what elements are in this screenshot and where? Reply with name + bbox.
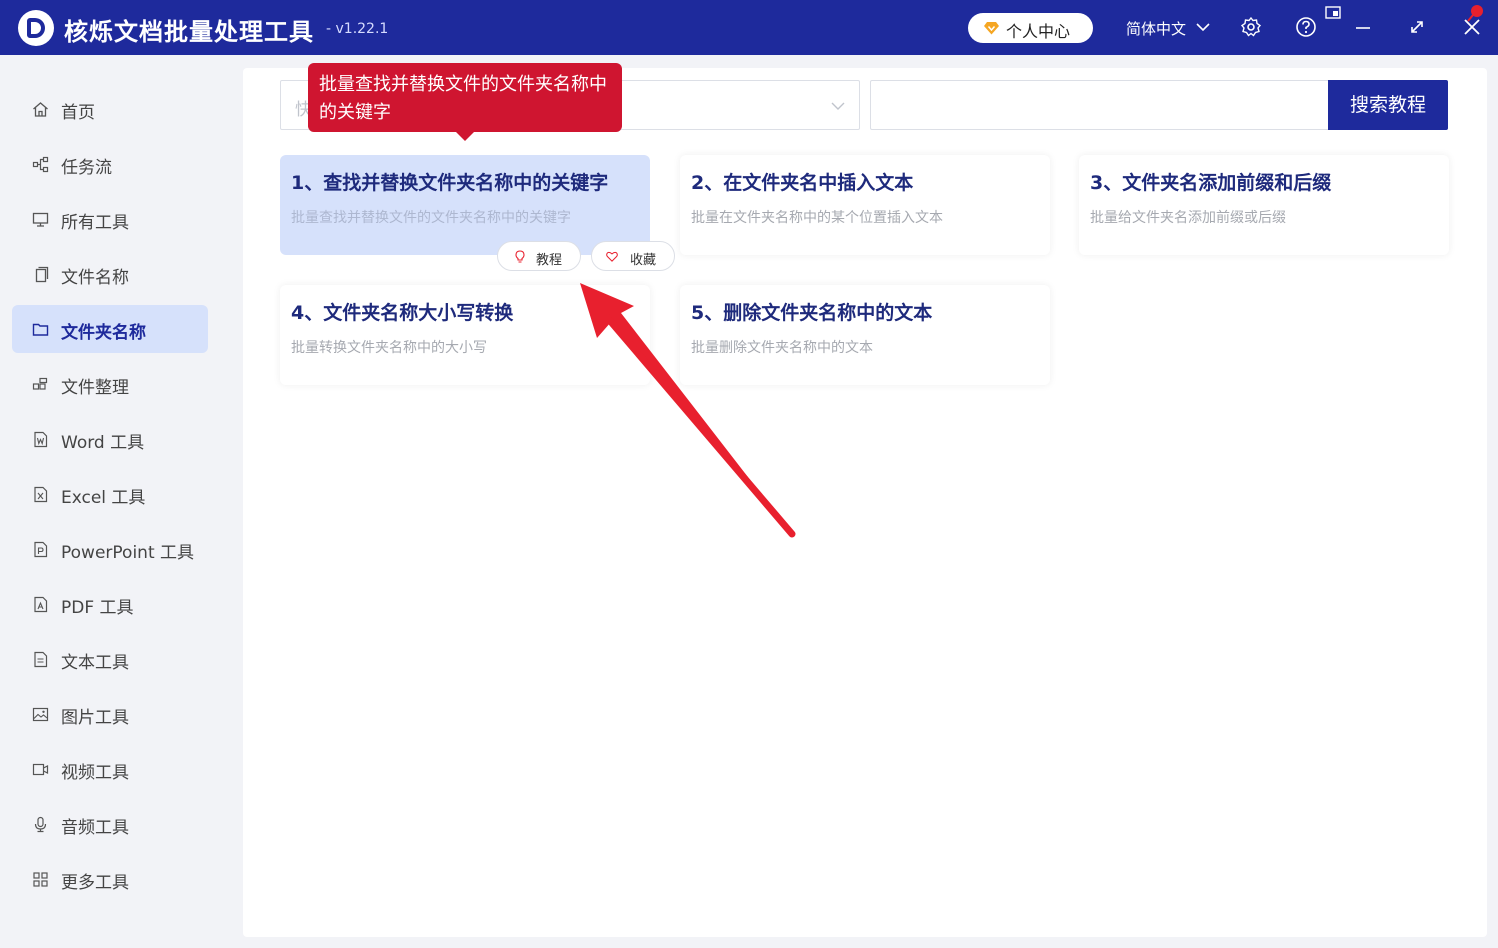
mic-icon (34, 816, 47, 833)
sidebar-item-all-tools[interactable]: 所有工具 (12, 195, 208, 243)
sidebar-item-more-tools[interactable]: 更多工具 (12, 855, 208, 903)
card-description: 批量在文件夹名称中的某个位置插入文本 (691, 210, 943, 226)
pdf-icon (34, 596, 48, 613)
tooltip-tail (455, 131, 475, 141)
image-icon (32, 707, 49, 722)
folder-icon (32, 323, 49, 336)
card-title: 2、在文件夹名中插入文本 (691, 172, 914, 194)
pin-badge-icon (1467, 5, 1483, 22)
home-icon (33, 102, 48, 117)
card-description: 批量删除文件夹名称中的文本 (691, 340, 873, 356)
favorite-button[interactable]: 收藏 (591, 241, 675, 271)
card-tooltip: 批量查找并替换文件的文件夹名称中的关键字 (308, 63, 622, 132)
search-tutorial-button[interactable]: 搜索教程 (1328, 80, 1448, 130)
card-title: 5、删除文件夹名称中的文本 (691, 302, 933, 324)
language-select[interactable]: 简体中文 (1126, 18, 1186, 39)
video-icon (32, 763, 49, 776)
personal-center-label: 个人中心 (1006, 22, 1071, 41)
text-icon (34, 651, 48, 668)
tool-card-insert-text[interactable]: 2、在文件夹名中插入文本 批量在文件夹名称中的某个位置插入文本 (680, 155, 1050, 255)
card-title: 4、文件夹名称大小写转换 (291, 302, 514, 324)
workflow-icon (32, 156, 49, 173)
sidebar-item-file-name[interactable]: 文件名称 (12, 250, 208, 298)
sidebar-item-powerpoint-tools[interactable]: PowerPoint 工具 (12, 525, 208, 573)
tool-card-find-replace[interactable]: 1、查找并替换文件夹名称中的关键字 批量查找并替换文件的文件夹名称中的关键字 (280, 155, 650, 255)
monitor-icon (32, 212, 49, 227)
help-icon[interactable] (1295, 16, 1317, 38)
sidebar-item-workflow[interactable]: 任务流 (12, 140, 208, 188)
chevron-down-icon[interactable] (1196, 22, 1210, 32)
file-copy-icon (35, 266, 49, 283)
minimize-icon[interactable] (1352, 16, 1374, 38)
diamond-icon (984, 22, 999, 35)
card-title: 1、查找并替换文件夹名称中的关键字 (291, 172, 609, 194)
sidebar-item-image-tools[interactable]: 图片工具 (12, 690, 208, 738)
tool-card-prefix-suffix[interactable]: 3、文件夹名添加前缀和后缀 批量给文件夹名添加前缀或后缀 (1079, 155, 1449, 255)
mini-window-icon[interactable] (1325, 6, 1341, 20)
sidebar-item-video-tools[interactable]: 视频工具 (12, 745, 208, 793)
chevron-down-icon (831, 102, 845, 110)
grid-icon (33, 872, 48, 887)
sidebar: 首页 任务流 所有工具 文件名称 文件夹名称 文件整理 Word 工具 Exce… (0, 55, 232, 948)
personal-center-button[interactable]: 个人中心 (968, 13, 1093, 43)
sidebar-item-audio-tools[interactable]: 音频工具 (12, 800, 208, 848)
app-logo-icon (18, 10, 54, 46)
sidebar-item-word-tools[interactable]: Word 工具 (12, 415, 208, 463)
tool-card-case-convert[interactable]: 4、文件夹名称大小写转换 批量转换文件夹名称中的大小写 (280, 285, 650, 385)
ppt-icon (34, 541, 48, 558)
card-title: 3、文件夹名添加前缀和后缀 (1090, 172, 1332, 194)
word-icon (34, 431, 48, 448)
main-panel: 快 搜索教程 1、查找并替换文件夹名称中的关键字 批量查找并替换文件的文件夹名称… (243, 68, 1487, 937)
settings-gear-icon[interactable] (1240, 16, 1262, 38)
lightbulb-icon (515, 250, 525, 263)
card-description: 批量查找并替换文件的文件夹名称中的关键字 (291, 210, 571, 226)
sidebar-item-home[interactable]: 首页 (12, 85, 208, 133)
sidebar-item-excel-tools[interactable]: Excel 工具 (12, 470, 208, 518)
heart-icon (606, 251, 618, 262)
sidebar-item-pdf-tools[interactable]: PDF 工具 (12, 580, 208, 628)
search-input[interactable] (870, 80, 1330, 130)
app-title: 核烁文档批量处理工具 (64, 18, 314, 46)
card-description: 批量给文件夹名添加前缀或后缀 (1090, 210, 1286, 226)
title-bar: 核烁文档批量处理工具 - v1.22.1 个人中心 简体中文 (0, 0, 1498, 55)
sidebar-item-file-organize[interactable]: 文件整理 (12, 360, 208, 408)
app-version: - v1.22.1 (326, 21, 389, 37)
tool-card-delete-text[interactable]: 5、删除文件夹名称中的文本 批量删除文件夹名称中的文本 (680, 285, 1050, 385)
excel-icon (34, 486, 48, 503)
maximize-icon[interactable] (1406, 16, 1428, 38)
organize-icon (32, 377, 48, 390)
sidebar-item-text-tools[interactable]: 文本工具 (12, 635, 208, 683)
sidebar-item-folder-name[interactable]: 文件夹名称 (12, 305, 208, 353)
tutorial-button[interactable]: 教程 (497, 241, 581, 271)
card-description: 批量转换文件夹名称中的大小写 (291, 340, 487, 356)
